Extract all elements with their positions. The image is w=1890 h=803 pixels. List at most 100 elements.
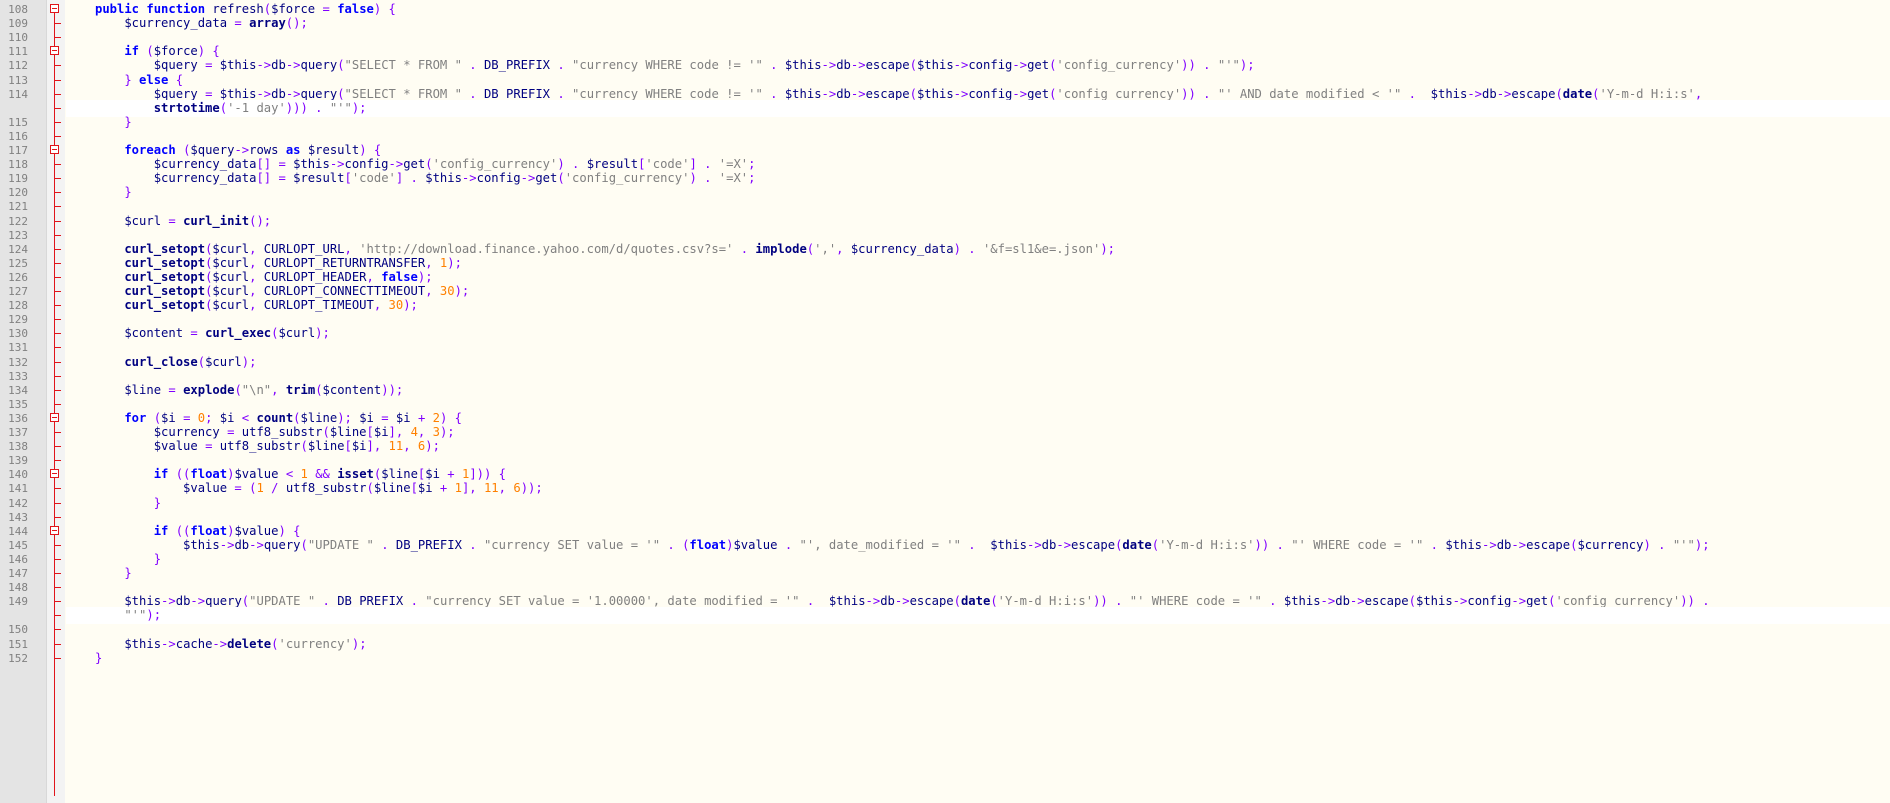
code-token: ); [241,354,257,369]
code-token: $currency_data [850,241,954,256]
code-token: ( [219,100,228,115]
code-token: $curl [205,354,242,369]
code-token: ( [909,58,917,73]
code-token: = [322,2,338,16]
code-token: curl_exec [205,326,272,341]
code-token: )); [381,382,404,397]
code-token: $i [395,410,418,425]
code-token: 3 [432,425,440,439]
code-token: , [836,241,851,256]
fold-toggle-icon[interactable] [50,469,59,479]
fold-tick-mark [55,544,61,546]
code-token: ( [990,594,998,609]
code-token: if [95,44,147,59]
code-token: ); [403,298,418,313]
code-token: $this [784,58,822,73]
code-token: . [1430,537,1446,552]
code-token: if [95,467,176,482]
code-token: curl_init [183,213,250,228]
code-token: foreach [95,143,184,157]
code-token: db [836,58,851,73]
code-token: $curl [95,213,169,228]
code-token: $this [95,537,220,552]
code-token: $force [271,2,323,16]
code-token: $curl [212,298,250,313]
code-token: } [95,72,140,87]
code-token: "'" [329,100,352,115]
code-token: 0 [197,410,206,425]
code-token: , [425,284,440,298]
fold-tick-mark [55,516,61,518]
code-token: config [1467,594,1512,609]
code-token: -> [1511,537,1527,552]
code-token: db [1041,537,1057,552]
fold-toggle-icon[interactable] [50,145,59,154]
fold-tick-mark [55,488,61,490]
code-token: "currency SET value = '1.00000', date_mo… [425,594,807,609]
line-number: 152 [8,651,28,665]
code-token: escape [865,86,910,101]
fold-tick-mark [55,135,61,137]
code-token: ( [557,171,565,186]
fold-tick-mark [55,361,61,363]
code-token: ); [351,100,367,115]
fold-toggle-icon[interactable] [50,412,59,422]
code-token: db [175,594,191,609]
code-token: [ [410,481,418,496]
fold-tick-mark [55,192,61,194]
code-token: -> [219,537,235,552]
code-token: -> [1511,594,1527,609]
code-token: -> [249,537,264,552]
code-line[interactable]: 152} [0,650,1890,667]
code-token: implode [755,241,807,256]
code-token: ); [1100,241,1116,256]
fold-toggle-icon[interactable] [50,525,59,535]
code-token: config [476,171,521,186]
code-token: "' AND date_modified < '" [1217,86,1409,101]
code-token: 'config_currency' [1056,58,1182,73]
fold-toggle-icon[interactable] [50,4,59,13]
code-token: ] . [395,171,426,186]
code-token: '&f=sl1&e=.json' [982,241,1101,256]
code-token: -> [161,594,176,609]
code-editor[interactable]: 108 public function refresh($force = fals… [0,0,1890,803]
code-token: ], [461,481,484,496]
code-token: ) { [439,410,462,425]
code-token: , [249,298,264,313]
code-token: ( [322,425,330,439]
code-token: . ( [667,537,690,552]
code-token: DB_PREFIX [395,537,470,552]
code-token: trim [285,382,316,397]
code-token: "\n" [241,382,272,397]
fold-toggle-icon[interactable] [50,46,59,56]
code-token: , [249,284,264,298]
code-token: "'" [95,608,147,623]
fold-tick-mark [55,375,61,377]
code-token: . [410,594,426,609]
code-token: ( [1555,86,1563,101]
code-token: -> [190,594,206,609]
code-token: )) . [1254,537,1292,552]
code-token: $query [95,58,206,73]
code-token: escape [1526,537,1571,552]
fold-tick-mark [55,558,61,560]
code-token: 'currency' [278,636,352,651]
code-token: 'config_currency' [1056,86,1182,101]
code-token: CURLOPT_TIMEOUT [263,298,374,313]
fold-tick-mark [55,446,61,448]
code-token: -> [953,58,969,73]
code-token: } [95,650,103,665]
code-token: = [168,382,184,397]
code-token: explode [183,382,235,397]
code-token: = [205,439,220,454]
code-token: $i [161,410,184,425]
code-token: '=X' [718,157,749,172]
code-token: ( [366,481,374,496]
code-token: 'code' [351,171,396,186]
code-token: -> [953,86,969,101]
code-token: CURLOPT_CONNECTTIMEOUT [263,284,426,298]
code-token: curl_setopt [95,269,206,284]
code-token: -> [329,157,345,172]
fold-tick-mark [55,276,61,278]
code-token: float [190,467,228,482]
